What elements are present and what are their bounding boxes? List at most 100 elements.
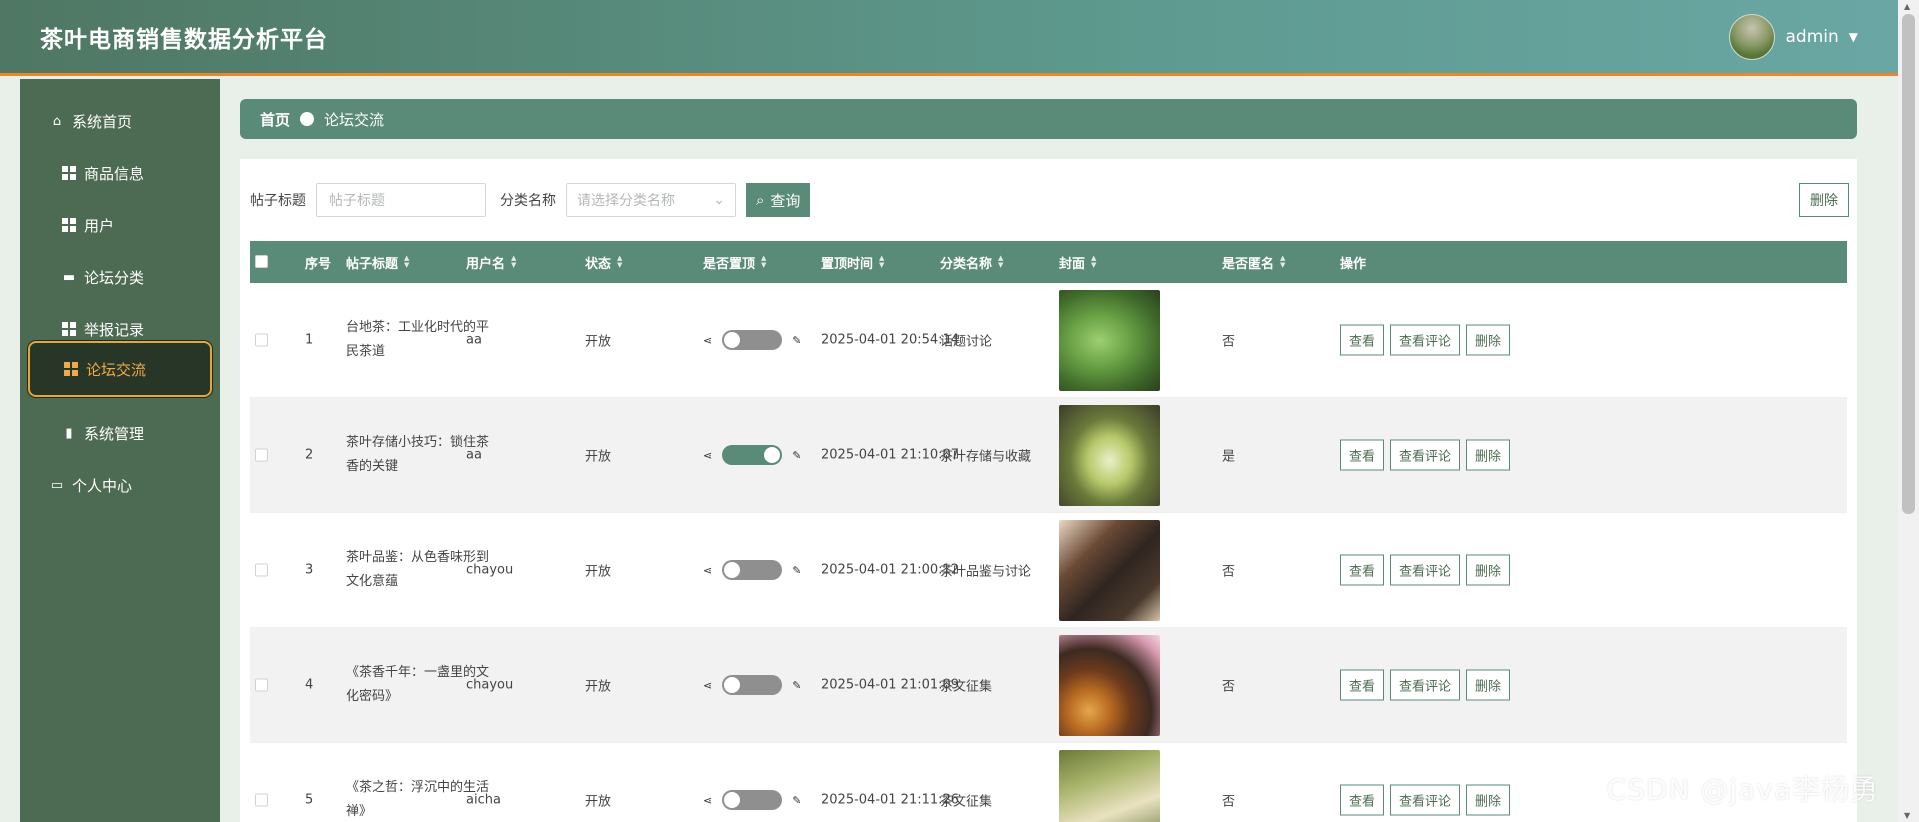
cover-image[interactable] [1059, 290, 1160, 391]
cover-image[interactable] [1059, 635, 1160, 736]
page-scrollbar[interactable]: ▲ ▼ [1898, 0, 1919, 822]
pinned-toggle[interactable] [722, 330, 783, 350]
view-comments-button[interactable]: 查看评论 [1390, 439, 1461, 471]
col-anonymous[interactable]: 是否匿名 ▲ ▼ [1222, 253, 1285, 272]
col-status[interactable]: 状态 ▲ ▼ [585, 253, 622, 272]
user-menu[interactable]: admin ▼ [1729, 13, 1858, 60]
sidebar-item-label: 商品信息 [84, 164, 145, 183]
category-select[interactable]: 请选择分类名称 ⌄ [566, 183, 736, 217]
row-anonymous: 是 [1222, 449, 1236, 465]
row-pinned-time: 2025-04-01 21:01:09 [821, 677, 960, 693]
watermark: CSDN @java李杨勇 [1606, 773, 1879, 806]
view-button[interactable]: 查看 [1340, 554, 1385, 586]
cover-image[interactable] [1059, 750, 1160, 822]
pinned-control: ⋖ ✎ [703, 790, 801, 810]
username[interactable]: admin [1785, 27, 1838, 47]
view-button[interactable]: 查看 [1340, 324, 1385, 356]
delete-button[interactable]: 删除 [1466, 439, 1511, 471]
pinned-toggle[interactable] [722, 790, 783, 810]
breadcrumb: 首页 论坛交流 [240, 99, 1857, 139]
forum-table: 序号 帖子标题 ▲ ▼ 用户名 ▲ ▼ 状态 ▲ ▼ 是否置顶 ▲ ▼ 置顶时间 ▲ ▼ 分类名称 ▲… [250, 241, 1847, 822]
sidebar: ⌂ 系统首页商品信息用户 ▬ 论坛分类举报记录论坛交流 ▮ 系统管理 ▭ 个人中心 [20, 79, 220, 822]
row-checkbox[interactable] [255, 448, 268, 462]
query-button[interactable]: ⌕ 查询 [746, 183, 811, 217]
pinned-toggle[interactable] [722, 445, 783, 465]
caret-down-icon[interactable]: ▼ [1849, 30, 1858, 44]
col-cover[interactable]: 封面 ▲ ▼ [1059, 253, 1096, 272]
grid-icon [60, 164, 78, 182]
delete-button[interactable]: 删除 [1466, 784, 1511, 816]
sort-icon: ▲ ▼ [617, 254, 623, 269]
view-comments-button[interactable]: 查看评论 [1390, 784, 1461, 816]
pinned-toggle[interactable] [722, 560, 783, 580]
share-icon[interactable]: ⋖ [703, 334, 712, 347]
sort-icon: ▲ ▼ [1280, 254, 1286, 269]
col-category[interactable]: 分类名称 ▲ ▼ [940, 253, 1003, 272]
delete-button[interactable]: 删除 [1466, 669, 1511, 701]
share-icon[interactable]: ⋖ [703, 794, 712, 807]
select-all-checkbox[interactable] [255, 255, 268, 268]
row-checkbox[interactable] [255, 793, 268, 807]
bulk-delete-button[interactable]: 删除 [1799, 183, 1849, 217]
sidebar-item-3[interactable]: ▬ 论坛分类 [28, 249, 212, 305]
row-index: 5 [305, 792, 314, 808]
share-icon[interactable]: ⋖ [703, 564, 712, 577]
delete-button[interactable]: 删除 [1466, 554, 1511, 586]
view-button[interactable]: 查看 [1340, 784, 1385, 816]
table-body: 1 台地茶：工业化时代的平民茶道 aa 开放 ⋖ ✎ 2025-04-01 20:54:14… [250, 283, 1847, 822]
row-status: 开放 [585, 449, 612, 465]
cover-image[interactable] [1059, 520, 1160, 621]
sidebar-item-5[interactable]: 论坛交流 [28, 341, 212, 397]
col-pinned[interactable]: 是否置顶 ▲ ▼ [703, 253, 766, 272]
row-pinned-time: 2025-04-01 20:54:14 [821, 332, 960, 348]
view-comments-button[interactable]: 查看评论 [1390, 669, 1461, 701]
pinned-control: ⋖ ✎ [703, 675, 801, 695]
sidebar-item-0[interactable]: ⌂ 系统首页 [28, 93, 212, 149]
row-pinned-time: 2025-04-01 21:10:07 [821, 447, 960, 463]
view-button[interactable]: 查看 [1340, 669, 1385, 701]
sidebar-item-2[interactable]: 用户 [28, 197, 212, 253]
row-username: chayou [466, 562, 514, 578]
sidebar-item-6[interactable]: ▮ 系统管理 [28, 405, 212, 461]
row-index: 1 [305, 332, 314, 348]
row-checkbox[interactable] [255, 678, 268, 692]
view-button[interactable]: 查看 [1340, 439, 1385, 471]
sidebar-item-1[interactable]: 商品信息 [28, 145, 212, 201]
row-index: 4 [305, 677, 314, 693]
row-status: 开放 [585, 679, 612, 695]
row-checkbox[interactable] [255, 563, 268, 577]
row-checkbox[interactable] [255, 333, 268, 347]
view-comments-button[interactable]: 查看评论 [1390, 324, 1461, 356]
delete-button[interactable]: 删除 [1466, 324, 1511, 356]
cover-image[interactable] [1059, 405, 1160, 506]
avatar[interactable] [1729, 13, 1776, 60]
grid-icon [60, 216, 78, 234]
sidebar-item-7[interactable]: ▭ 个人中心 [28, 457, 212, 513]
category-select-placeholder: 请选择分类名称 [577, 193, 675, 209]
breadcrumb-home[interactable]: 首页 [260, 109, 290, 130]
pinned-toggle[interactable] [722, 675, 783, 695]
search-bar: 帖子标题 分类名称 请选择分类名称 ⌄ ⌕ 查询 [250, 183, 811, 217]
scroll-up-icon[interactable]: ▲ [1904, 2, 1910, 11]
view-comments-button[interactable]: 查看评论 [1390, 554, 1461, 586]
col-username[interactable]: 用户名 ▲ ▼ [466, 253, 516, 272]
edit-icon[interactable]: ✎ [792, 794, 801, 807]
scroll-down-icon[interactable]: ▼ [1904, 811, 1910, 820]
sidebar-item-label: 举报记录 [84, 320, 145, 339]
edit-icon[interactable]: ✎ [792, 449, 801, 462]
edit-icon[interactable]: ✎ [792, 564, 801, 577]
row-anonymous: 否 [1222, 679, 1236, 695]
share-icon[interactable]: ⋖ [703, 449, 712, 462]
table-row: 1 台地茶：工业化时代的平民茶道 aa 开放 ⋖ ✎ 2025-04-01 20:54:14… [250, 283, 1847, 398]
col-actions: 操作 [1340, 256, 1367, 272]
col-title[interactable]: 帖子标题 ▲ ▼ [346, 253, 409, 272]
grid-icon [60, 320, 78, 338]
share-icon[interactable]: ⋖ [703, 679, 712, 692]
scrollbar-thumb[interactable] [1902, 14, 1915, 514]
sidebar-item-label: 用户 [84, 216, 115, 235]
edit-icon[interactable]: ✎ [792, 679, 801, 692]
col-pinned-time[interactable]: 置顶时间 ▲ ▼ [821, 253, 884, 272]
title-search-input[interactable] [316, 183, 486, 217]
edit-icon[interactable]: ✎ [792, 334, 801, 347]
row-category: 茶文征集 [940, 794, 993, 810]
